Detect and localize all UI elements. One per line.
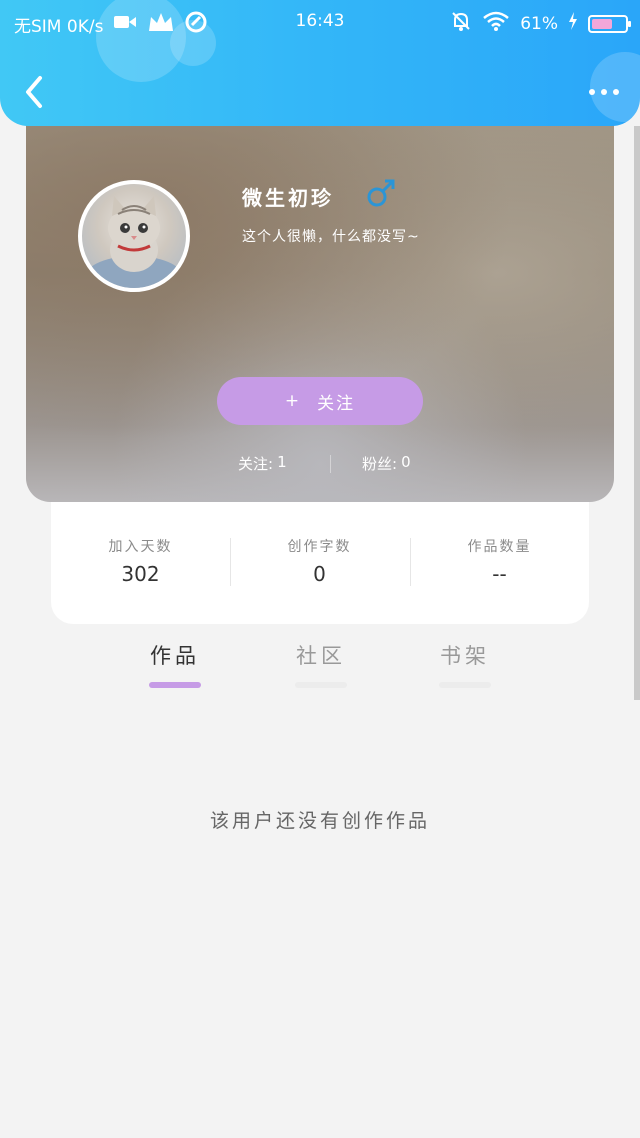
battery-icon [588, 14, 631, 33]
plus-icon: + [284, 391, 302, 411]
tab-works[interactable]: 作品 [135, 640, 215, 688]
tab-indicator [295, 682, 347, 688]
profile-banner: 微生初珍 这个人很懒，什么都没写~ + 关注 关注: 1 粉丝: 0 [26, 120, 614, 502]
charging-icon [568, 12, 578, 35]
tab-label: 作品 [150, 644, 200, 668]
content-tabs: 作品 社区 书架 [0, 640, 640, 700]
cat-avatar-image [86, 196, 182, 288]
more-options-button[interactable] [584, 80, 624, 104]
chevron-left-icon [26, 76, 42, 108]
stat-label: 作品数量 [467, 539, 532, 555]
scrollbar[interactable] [634, 126, 640, 700]
stat-word-count: 创作字数 0 [230, 536, 409, 586]
stat-join-days: 加入天数 302 [51, 536, 230, 586]
fans-count[interactable]: 粉丝: 0 [362, 453, 411, 474]
male-symbol-icon [366, 178, 396, 208]
following-value: 1 [277, 453, 287, 471]
stat-works-count: 作品数量 -- [410, 536, 589, 586]
username: 微生初珍 [242, 186, 334, 210]
avatar[interactable] [78, 180, 190, 292]
tab-indicator [149, 682, 201, 688]
stat-value: -- [492, 562, 507, 586]
fans-value: 0 [401, 453, 411, 471]
app-header: 无SIM 0K/s 16:43 61% [0, 0, 640, 126]
tab-indicator [439, 682, 491, 688]
tab-bookshelf[interactable]: 书架 [425, 640, 505, 688]
follow-button-label: 关注 [317, 393, 356, 414]
follow-counts: 关注: 1 粉丝: 0 [26, 453, 614, 477]
stat-label: 加入天数 [108, 539, 173, 555]
tab-label: 书架 [440, 644, 490, 668]
stat-value: 0 [313, 562, 326, 586]
battery-percent: 61% [520, 13, 558, 34]
follow-button[interactable]: + 关注 [217, 377, 423, 425]
following-label: 关注: [238, 455, 274, 473]
fans-label: 粉丝: [362, 455, 398, 473]
wifi-icon [482, 11, 510, 36]
divider [330, 455, 331, 473]
tab-community[interactable]: 社区 [281, 640, 361, 688]
following-count[interactable]: 关注: 1 [238, 453, 287, 474]
back-button[interactable] [20, 72, 50, 112]
status-bar: 无SIM 0K/s 16:43 61% [0, 0, 640, 44]
mute-notification-icon [450, 10, 472, 37]
stats-card: 加入天数 302 创作字数 0 作品数量 -- [51, 498, 589, 624]
empty-state-message: 该用户还没有创作作品 [209, 810, 430, 832]
tab-label: 社区 [296, 644, 346, 668]
stat-value: 302 [121, 562, 160, 586]
more-dots-icon [589, 89, 595, 95]
stat-label: 创作字数 [287, 539, 352, 555]
user-bio: 这个人很懒，什么都没写~ [242, 229, 420, 245]
